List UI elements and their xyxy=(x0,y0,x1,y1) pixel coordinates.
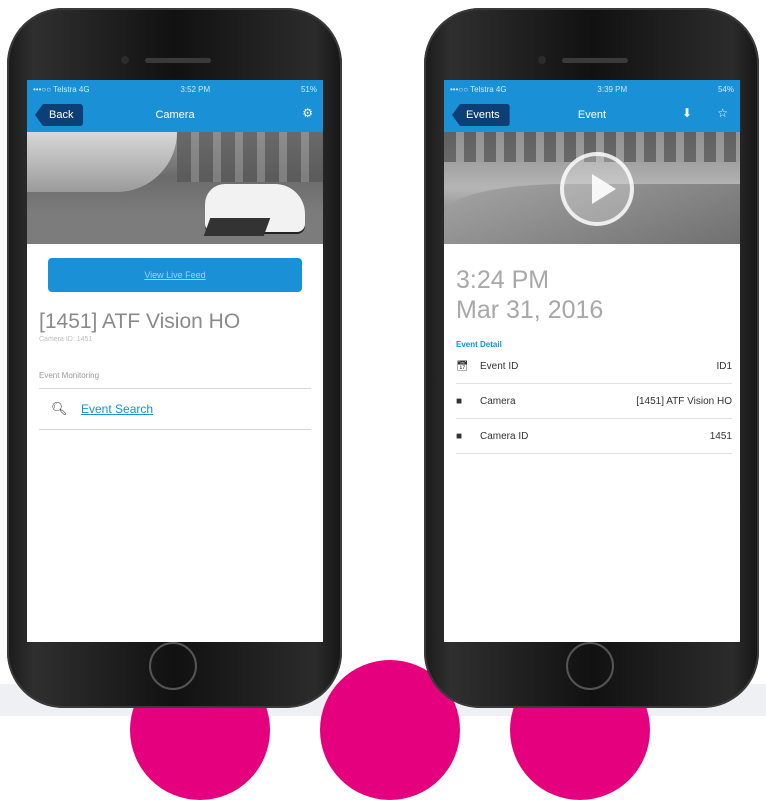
row-value: 1451 xyxy=(709,430,732,442)
event-search-link[interactable]: Event Search xyxy=(81,402,153,416)
download-icon[interactable]: ⬇ xyxy=(682,106,692,120)
play-icon[interactable] xyxy=(560,152,634,226)
camera-snapshot xyxy=(27,132,323,244)
front-camera xyxy=(121,56,129,64)
detail-row-camera-id: ■ Camera ID 1451 xyxy=(456,419,732,454)
section-label: Event Monitoring xyxy=(39,371,100,380)
row-label: Event ID xyxy=(480,360,519,372)
status-bar: •••○○ Telstra 4G 3:52 PM 51% xyxy=(27,80,323,98)
row-value: [1451] ATF Vision HO xyxy=(636,395,732,407)
row-label: Camera xyxy=(480,395,516,407)
speaker xyxy=(562,58,628,63)
nav-bar: Events Event ⬇ ☆ xyxy=(444,98,740,132)
event-time: 3:24 PM xyxy=(456,266,550,294)
camera-icon: ■ xyxy=(456,430,463,442)
phone-right: •••○○ Telstra 4G 3:39 PM 54% Events Even… xyxy=(424,8,759,708)
carrier-text: •••○○ Telstra 4G xyxy=(450,84,507,94)
status-time: 3:52 PM xyxy=(180,84,211,94)
battery-text: 54% xyxy=(717,84,734,94)
front-camera xyxy=(538,56,546,64)
nav-title: Event xyxy=(577,109,607,121)
detail-row-event-id: 📅︎ Event ID ID1 xyxy=(456,349,732,384)
row-value: ID1 xyxy=(716,360,732,372)
event-screen: •••○○ Telstra 4G 3:39 PM 54% Events Even… xyxy=(444,80,740,642)
camera-id: Camera ID: 1451 xyxy=(39,336,93,343)
star-icon[interactable]: ☆ xyxy=(717,106,728,120)
nav-title: Camera xyxy=(155,109,195,121)
status-time: 3:39 PM xyxy=(597,84,628,94)
camera-icon: ■ xyxy=(456,395,463,407)
status-bar: •••○○ Telstra 4G 3:39 PM 54% xyxy=(444,80,740,98)
gear-icon[interactable]: ⚙ xyxy=(302,106,313,120)
detail-row-camera: ■ Camera [1451] ATF Vision HO xyxy=(456,384,732,419)
calendar-icon: 📅︎ xyxy=(456,360,469,372)
camera-screen: •••○○ Telstra 4G 3:52 PM 51% Back Camera… xyxy=(27,80,323,642)
battery-text: 51% xyxy=(300,84,317,94)
carrier-text: •••○○ Telstra 4G xyxy=(33,84,90,94)
event-video-thumbnail[interactable] xyxy=(444,132,740,244)
home-button[interactable] xyxy=(149,642,197,690)
phone-left: •••○○ Telstra 4G 3:52 PM 51% Back Camera… xyxy=(7,8,342,708)
event-detail-label: Event Detail xyxy=(456,340,502,349)
home-button[interactable] xyxy=(566,642,614,690)
nav-bar: Back Camera ⚙ xyxy=(27,98,323,132)
event-search-row[interactable]: 🔍︎ Event Search xyxy=(39,389,311,430)
view-live-feed-button[interactable]: View Live Feed xyxy=(48,258,302,292)
camera-name: [1451] ATF Vision HO xyxy=(39,310,241,333)
row-label: Camera ID xyxy=(480,430,529,442)
speaker xyxy=(145,58,211,63)
search-icon: 🔍︎ xyxy=(51,401,68,416)
event-date: Mar 31, 2016 xyxy=(456,296,604,324)
